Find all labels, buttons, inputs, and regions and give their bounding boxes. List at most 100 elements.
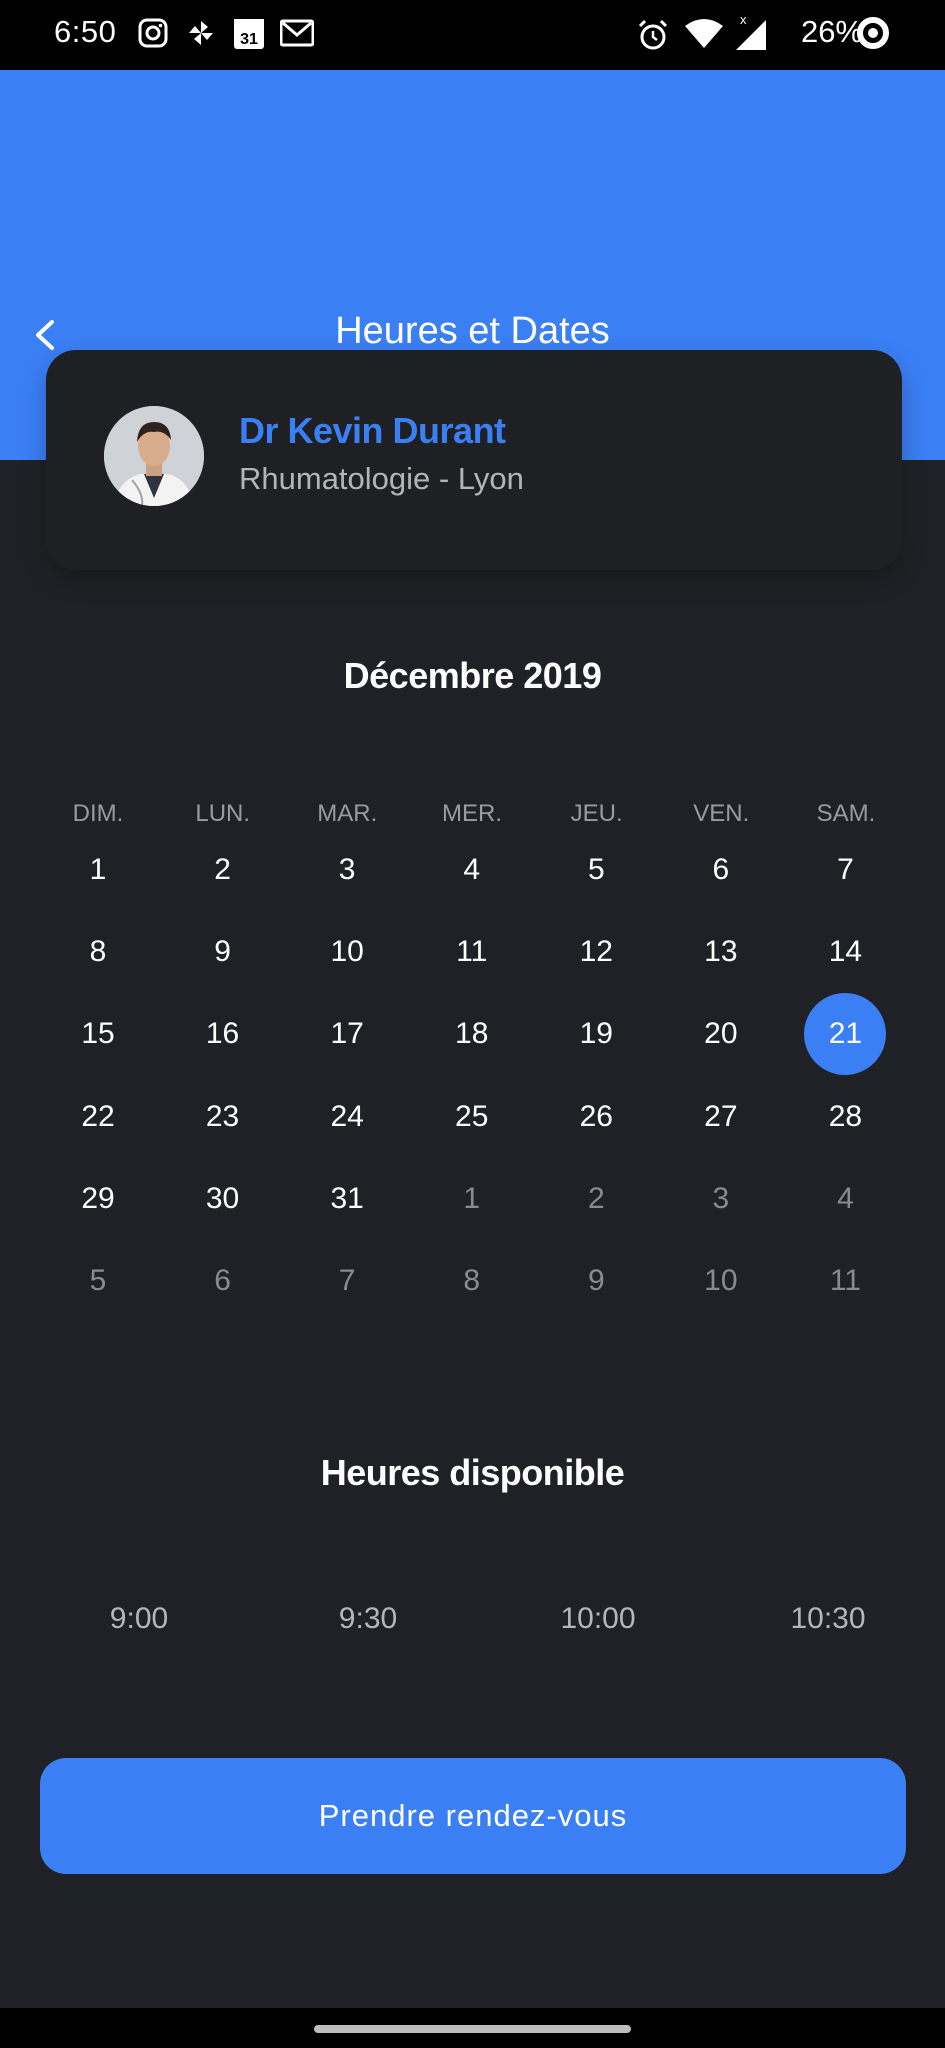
signal-icon: x xyxy=(732,12,772,57)
calendar-days-grid: 1 2 3 4 5 6 7 8 9 10 11 12 13 14 15 16 17 18 19 20 21 22 23 24 2… xyxy=(36,853,908,1359)
calendar-day-number: 1 xyxy=(463,1181,481,1215)
calendar-day-number: 5 xyxy=(89,1264,107,1297)
calendar-day[interactable]: 19 xyxy=(534,993,658,1075)
calendar-31-icon: 31 xyxy=(233,16,265,55)
calendar-day-number: 19 xyxy=(579,1017,613,1051)
calendar-day[interactable]: 11 xyxy=(410,911,534,993)
calendar-day[interactable]: 24 xyxy=(285,1076,409,1158)
calendar-day[interactable]: 13 xyxy=(659,911,783,993)
calendar-day-number: 22 xyxy=(81,1099,115,1133)
calendar-day-number: 7 xyxy=(338,1264,356,1297)
calendar-day[interactable]: 17 xyxy=(285,993,409,1075)
calendar-day[interactable]: 10 xyxy=(285,911,409,993)
calendar-day-selected[interactable]: 21 xyxy=(783,993,907,1076)
calendar-day[interactable]: 10 xyxy=(659,1240,783,1322)
calendar-day[interactable]: 20 xyxy=(659,993,783,1075)
doctor-avatar xyxy=(104,406,204,506)
time-slot[interactable]: 10:30 xyxy=(738,1602,918,1636)
signal-icon-label: x xyxy=(740,12,747,27)
calendar-day[interactable]: 5 xyxy=(534,829,658,911)
time-slot[interactable]: 10:00 xyxy=(508,1602,688,1636)
weekday-label: JEU. xyxy=(570,800,623,827)
calendar-day[interactable]: 1 xyxy=(410,1158,534,1240)
calendar-day-number: 23 xyxy=(205,1099,240,1133)
time-slot[interactable]: 9:00 xyxy=(49,1602,229,1636)
calendar-day-number: 2 xyxy=(214,853,231,886)
calendar-day-number: 3 xyxy=(712,1181,730,1215)
calendar-day[interactable]: 3 xyxy=(659,1158,783,1240)
calendar-day[interactable]: 3 xyxy=(285,829,409,911)
calendar-day[interactable]: 8 xyxy=(36,911,160,993)
weekday-label: LUN. xyxy=(195,800,251,827)
home-indicator[interactable] xyxy=(314,2025,631,2033)
page-title: Heures et Dates xyxy=(335,310,610,352)
calendar-day-number: 5 xyxy=(587,853,605,886)
weekday-label: VEN. xyxy=(693,800,750,827)
instagram-icon xyxy=(138,18,168,53)
calendar-day[interactable]: 1 xyxy=(36,829,160,911)
month-title: Décembre 2019 xyxy=(343,655,602,696)
calendar-day[interactable]: 23 xyxy=(161,1076,285,1158)
calendar-day-number: 27 xyxy=(704,1099,738,1133)
calendar-day[interactable]: 29 xyxy=(36,1158,160,1240)
calendar-day-number: 18 xyxy=(455,1017,489,1051)
calendar-day[interactable]: 26 xyxy=(534,1076,658,1158)
calendar-day[interactable]: 27 xyxy=(659,1076,783,1158)
app-screen: 6:50 31 x 26% Heures et Dates Dr Kevin D… xyxy=(0,0,945,2048)
calendar-day[interactable]: 9 xyxy=(534,1240,658,1322)
calendar-day[interactable]: 7 xyxy=(783,829,907,911)
calendar-day[interactable]: 9 xyxy=(161,911,285,993)
calendar-day[interactable]: 22 xyxy=(36,1076,160,1158)
doctor-name: Dr Kevin Durant xyxy=(239,410,506,451)
calendar-day[interactable]: 6 xyxy=(659,829,783,911)
weekday-label: MAR. xyxy=(317,800,378,827)
calendar-day[interactable]: 2 xyxy=(161,829,285,911)
calendar-day-number: 8 xyxy=(463,1264,481,1297)
calendar-day-number: 11 xyxy=(456,935,488,969)
calendar-day[interactable]: 16 xyxy=(161,993,285,1075)
calendar-day-number: 11 xyxy=(829,1264,861,1297)
calendar-day-number: 6 xyxy=(712,853,730,886)
calendar-day-number: 21 xyxy=(804,993,887,1076)
calendar-day[interactable]: 2 xyxy=(534,1158,658,1240)
calendar-day-number: 15 xyxy=(81,1017,115,1051)
pinwheel-icon xyxy=(186,18,216,53)
calendar-day[interactable]: 31 xyxy=(285,1158,409,1240)
book-appointment-button[interactable]: Prendre rendez-vous xyxy=(40,1758,906,1874)
calendar-day-number: 14 xyxy=(828,935,863,969)
calendar-day-number: 29 xyxy=(81,1181,115,1215)
calendar-day-number: 16 xyxy=(205,1017,240,1051)
calendar-day[interactable]: 28 xyxy=(783,1076,907,1158)
calendar-day-number: 26 xyxy=(579,1099,613,1133)
calendar-day[interactable]: 30 xyxy=(161,1158,285,1240)
calendar-day[interactable]: 14 xyxy=(783,911,907,993)
calendar-day[interactable]: 4 xyxy=(410,829,534,911)
calendar-day[interactable]: 12 xyxy=(534,911,658,993)
calendar-day-number: 10 xyxy=(704,1264,738,1297)
calendar-day[interactable]: 25 xyxy=(410,1076,534,1158)
weekday-label: DIM. xyxy=(72,800,124,827)
calendar-day-number: 10 xyxy=(330,935,364,969)
calendar-day-number: 30 xyxy=(205,1181,240,1215)
weekday-label: MER. xyxy=(442,800,502,827)
calendar-day[interactable]: 11 xyxy=(783,1240,907,1322)
battery-ring-icon xyxy=(856,16,890,55)
calendar-day-number: 17 xyxy=(330,1017,364,1051)
battery-percentage: 26% xyxy=(800,14,863,49)
calendar-day-number: 3 xyxy=(338,853,356,886)
time-slot[interactable]: 9:30 xyxy=(278,1602,458,1636)
calendar-day[interactable]: 4 xyxy=(783,1158,907,1240)
calendar-day[interactable]: 15 xyxy=(36,993,160,1075)
doctor-card[interactable]: Dr Kevin Durant Rhumatologie - Lyon xyxy=(46,350,902,570)
calendar-day-number: 4 xyxy=(463,853,481,886)
calendar-day[interactable]: 8 xyxy=(410,1240,534,1322)
calendar-day[interactable]: 5 xyxy=(36,1240,160,1322)
calendar-day-number: 24 xyxy=(330,1099,364,1133)
back-button[interactable] xyxy=(26,310,66,360)
calendar-31-icon-label: 31 xyxy=(240,31,258,48)
status-time: 6:50 xyxy=(54,14,117,49)
calendar-day[interactable]: 7 xyxy=(285,1240,409,1322)
calendar-day[interactable]: 6 xyxy=(161,1240,285,1322)
calendar-day-number: 13 xyxy=(704,935,738,969)
calendar-day[interactable]: 18 xyxy=(410,993,534,1075)
